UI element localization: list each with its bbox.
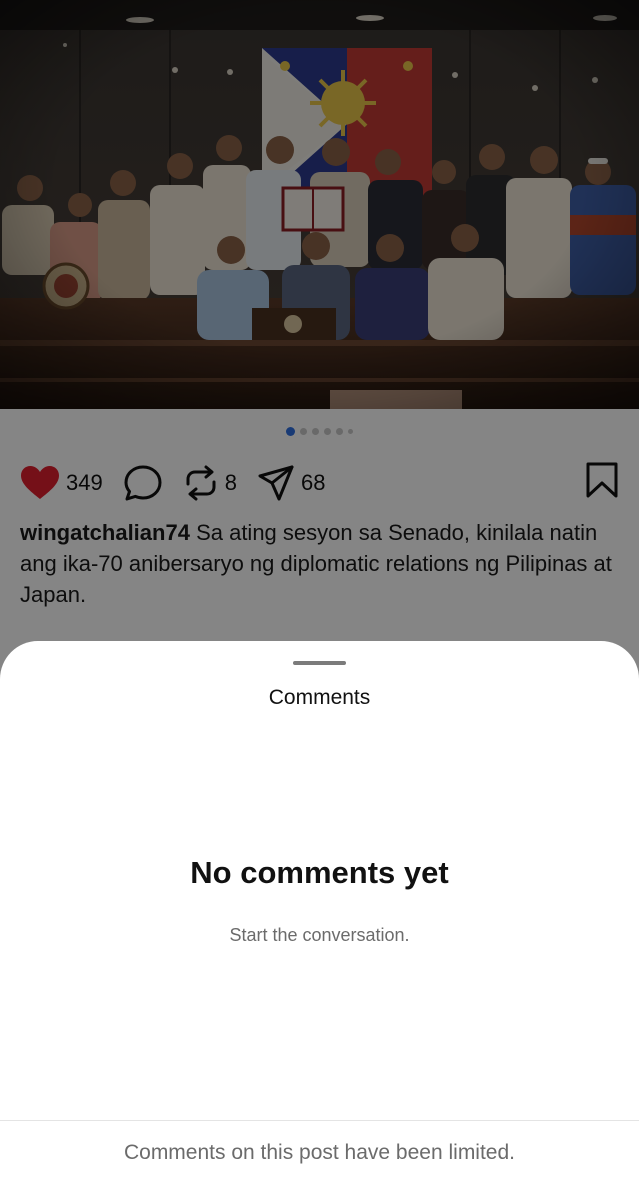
empty-state-title: No comments yet <box>190 855 449 890</box>
comments-title: Comments <box>268 686 371 709</box>
empty-state-subtitle: Start the conversation. <box>229 925 410 945</box>
divider <box>0 1120 639 1121</box>
comments-limited-notice: Comments on this post have been limited. <box>123 1141 516 1164</box>
sheet-drag-handle[interactable] <box>293 661 346 665</box>
screen: 349 8 68 wingatchalian74 Sa ating sesyon… <box>0 0 639 1200</box>
comments-sheet: Comments No comments yet Start the conve… <box>0 641 639 1200</box>
